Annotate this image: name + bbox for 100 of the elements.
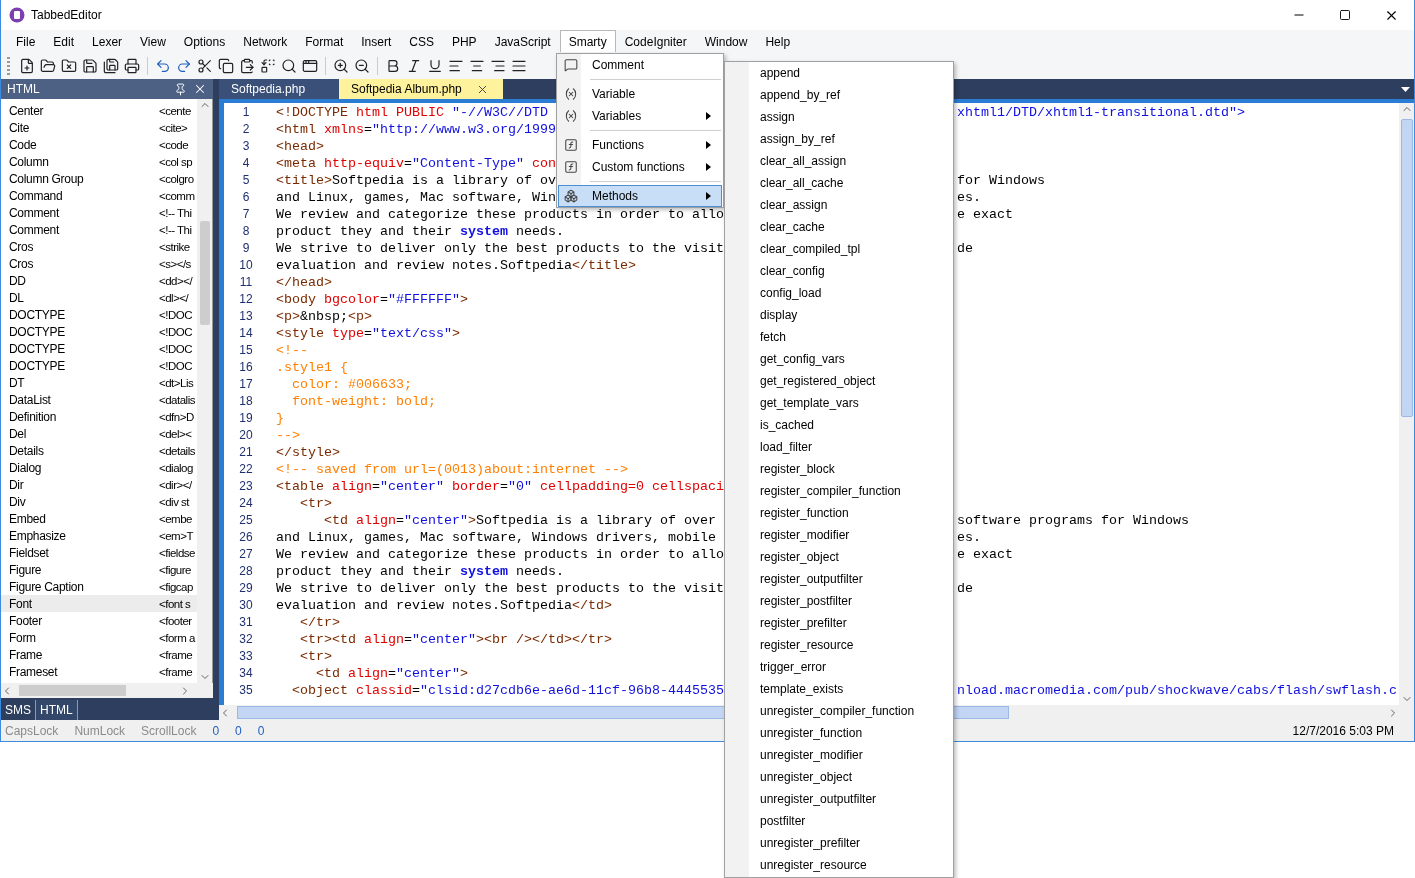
menu-item[interactable]: Edit [44, 30, 84, 52]
menu-entry[interactable]: append_by_ref [725, 84, 953, 106]
search-icon[interactable] [281, 57, 297, 74]
menu-entry[interactable]: clear_assign [725, 194, 953, 216]
paste-icon[interactable] [239, 57, 255, 74]
menu-entry[interactable]: load_filter [725, 436, 953, 458]
variable-icon[interactable] [564, 87, 578, 101]
boxes-icon[interactable] [564, 189, 578, 203]
menu-entry[interactable]: fetch [725, 326, 953, 348]
menu-item[interactable]: CSS [400, 30, 443, 52]
scrollbar-thumb[interactable] [1400, 119, 1413, 417]
menu-entry[interactable]: Variables [558, 105, 722, 127]
menu-entry[interactable]: get_registered_object [725, 370, 953, 392]
print-icon[interactable] [124, 57, 140, 74]
menu-entry[interactable]: get_config_vars [725, 348, 953, 370]
menu-item[interactable]: File [7, 30, 45, 52]
cut-icon[interactable] [197, 57, 213, 74]
snippet-name: Center [9, 103, 45, 118]
menu-item[interactable]: Network [234, 30, 297, 52]
menu-entry[interactable]: unregister_object [725, 766, 953, 788]
menu-entry[interactable]: get_template_vars [725, 392, 953, 414]
menu-entry[interactable]: register_object [725, 546, 953, 568]
menu-entry[interactable]: Functions [558, 134, 722, 156]
snippet-name: Details [9, 443, 45, 458]
menu-entry[interactable]: template_exists [725, 678, 953, 700]
menu-item[interactable]: Help [756, 30, 800, 52]
menu-entry[interactable]: Variable [558, 83, 722, 105]
snippet-code: <figure [159, 563, 191, 576]
panel-tab[interactable]: HTML [36, 700, 78, 720]
dropdown-arrow-icon[interactable] [1401, 86, 1410, 92]
menu-entry[interactable]: register_outputfilter [725, 568, 953, 590]
close-folder-icon[interactable] [61, 57, 77, 74]
zoom-out-icon[interactable] [354, 57, 370, 74]
menu-entry[interactable]: append [725, 62, 953, 84]
menu-item[interactable]: Format [296, 30, 353, 52]
bold-icon[interactable] [385, 57, 401, 74]
scrollbar-thumb[interactable] [199, 221, 210, 325]
scrollbar-thumb[interactable] [19, 685, 126, 696]
menu-entry[interactable]: unregister_modifier [725, 744, 953, 766]
menu-entry[interactable]: Custom functions [558, 156, 722, 178]
menu-item[interactable]: Options [174, 30, 235, 52]
replace-icon[interactable] [260, 57, 276, 74]
menu-entry[interactable]: clear_cache [725, 216, 953, 238]
redo-icon[interactable] [176, 57, 192, 74]
menu-entry[interactable]: register_modifier [725, 524, 953, 546]
speech-bubble-icon[interactable] [564, 58, 578, 72]
menu-entry[interactable]: clear_all_cache [725, 172, 953, 194]
menu-entry[interactable]: register_prefilter [725, 612, 953, 634]
variable-icon[interactable] [564, 109, 578, 123]
function-icon[interactable] [564, 160, 578, 174]
menu-item[interactable]: Lexer [83, 30, 132, 52]
snippet-name: Column [9, 154, 50, 169]
menu-entry[interactable]: register_function [725, 502, 953, 524]
copy-icon[interactable] [218, 57, 234, 74]
function-icon[interactable] [564, 138, 578, 152]
undo-icon[interactable] [155, 57, 171, 74]
menu-entry[interactable]: Comment [558, 54, 722, 76]
menu-entry[interactable]: config_load [725, 282, 953, 304]
menu-entry[interactable]: clear_compiled_tpl [725, 238, 953, 260]
editor-tab[interactable]: Softpedia.php [219, 79, 339, 99]
open-folder-icon[interactable] [40, 57, 56, 74]
line-number: 7 [241, 206, 251, 223]
save-icon[interactable] [82, 57, 98, 74]
menu-item[interactable]: CodeIgniter [615, 30, 696, 52]
menu-item[interactable]: Insert [352, 30, 401, 52]
pin-icon[interactable] [174, 82, 187, 96]
menu-item[interactable]: PHP [442, 30, 486, 52]
menu-entry[interactable]: clear_config [725, 260, 953, 282]
zoom-in-icon[interactable] [333, 57, 349, 74]
snippet-name: Frame [9, 647, 44, 662]
menu-item[interactable]: View [131, 30, 175, 52]
menu-item[interactable]: JavaScript [485, 30, 560, 52]
menu-entry[interactable]: assign [725, 106, 953, 128]
new-file-icon[interactable] [19, 57, 35, 74]
menu-entry[interactable]: postfilter [725, 810, 953, 832]
menu-entry[interactable]: unregister_function [725, 722, 953, 744]
save-all-icon[interactable] [103, 57, 119, 74]
menu-entry[interactable]: assign_by_ref [725, 128, 953, 150]
menu-item[interactable]: Smarty [559, 30, 616, 52]
editor-tab[interactable]: Softpedia Album.php [339, 79, 503, 99]
menu-entry[interactable]: clear_all_assign [725, 150, 953, 172]
underline-icon[interactable] [427, 57, 443, 74]
menu-entry[interactable]: register_postfilter [725, 590, 953, 612]
menu-entry[interactable]: unregister_resource [725, 854, 953, 876]
menu-entry[interactable]: register_resource [725, 634, 953, 656]
menu-item[interactable]: Window [695, 30, 757, 52]
list-row[interactable]: Font <font s [1, 595, 197, 612]
window-icon[interactable] [302, 57, 318, 74]
menu-entry[interactable]: display [725, 304, 953, 326]
code-line: e exact [957, 207, 1013, 222]
menu-entry[interactable]: register_block [725, 458, 953, 480]
menu-entry[interactable]: unregister_outputfilter [725, 788, 953, 810]
menu-entry[interactable]: unregister_prefilter [725, 832, 953, 854]
menu-entry[interactable]: is_cached [725, 414, 953, 436]
menu-entry[interactable]: unregister_compiler_function [725, 700, 953, 722]
menu-entry[interactable]: trigger_error [725, 656, 953, 678]
menu-entry[interactable]: Methods [558, 185, 722, 207]
italic-icon[interactable] [406, 57, 422, 74]
menu-entry[interactable]: register_compiler_function [725, 480, 953, 502]
maximize-icon[interactable] [1339, 9, 1351, 21]
